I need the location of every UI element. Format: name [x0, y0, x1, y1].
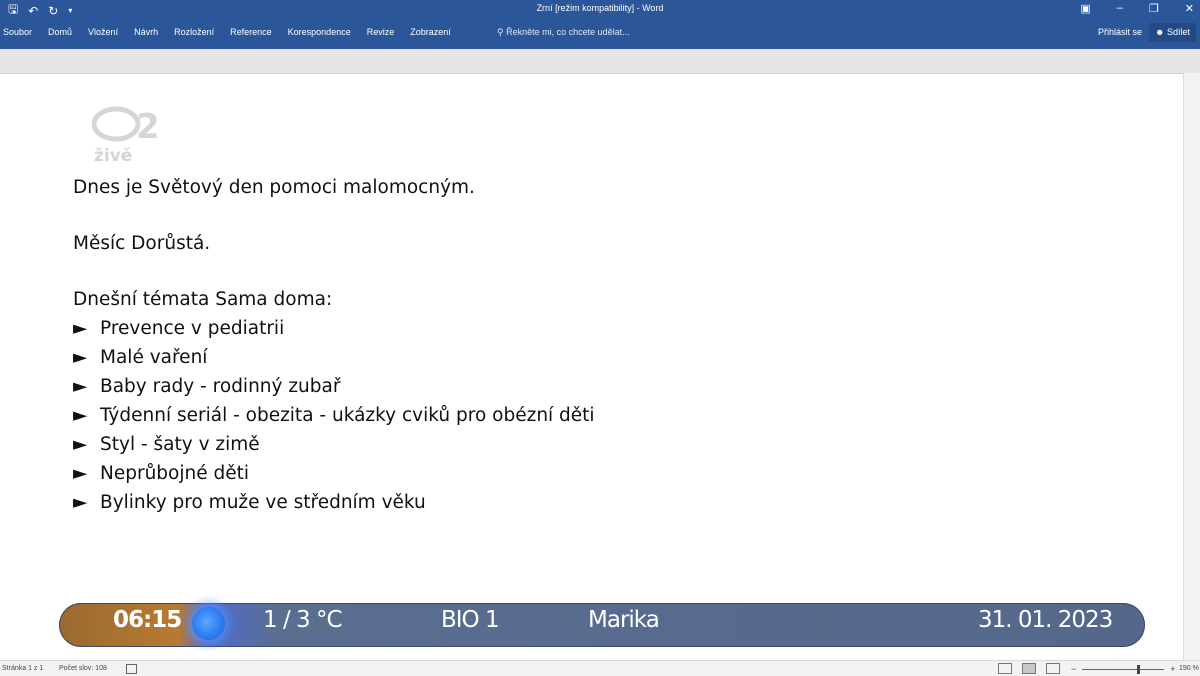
tab-reference[interactable]: Reference: [222, 27, 280, 37]
tab-vlozeni[interactable]: Vložení: [80, 27, 126, 37]
bullet-arrow-icon: ►: [73, 463, 88, 484]
tab-soubor[interactable]: Soubor: [3, 27, 40, 37]
read-mode-icon[interactable]: [998, 663, 1012, 674]
share-button[interactable]: ☻ Sdílet: [1148, 23, 1196, 42]
list-item-text: Neprůbojné děti: [100, 463, 250, 484]
list-item: ► Týdenní seriál - obezita - ukázky cviků…: [73, 401, 595, 430]
bullet-arrow-icon: ►: [73, 405, 88, 426]
tv-date: 31. 01. 2023: [978, 607, 1113, 633]
page-count[interactable]: Stránka 1 z 1: [2, 665, 43, 672]
list-item-text: Bylinky pro muže ve středním věku: [100, 492, 426, 513]
list-item: ► Prevence v pediatrii: [73, 314, 595, 343]
document-canvas: 2 živě Dnes je Světový den pomoci malomo…: [0, 49, 1200, 661]
watermark-live-label: živě: [94, 146, 133, 166]
zoom-track[interactable]: [1082, 664, 1165, 674]
list-item-text: Malé vaření: [100, 347, 208, 368]
list-item: ► Baby rady - rodinný zubař: [73, 372, 595, 401]
document-title: Zrní [režim kompatibility] - Word: [536, 3, 664, 13]
bullet-arrow-icon: ►: [73, 318, 88, 339]
word-count[interactable]: Počet slov: 108: [59, 665, 107, 672]
vertical-scrollbar[interactable]: [1183, 73, 1200, 660]
list-item: ► Bylinky pro muže ve středním věku: [73, 488, 595, 517]
tv-temperature: 1 / 3 °C: [263, 607, 343, 633]
person-icon: ☻: [1154, 27, 1165, 37]
tv-clock: 06:15: [113, 607, 182, 633]
list-item-text: Prevence v pediatrii: [100, 318, 285, 339]
tab-domu[interactable]: Domů: [40, 27, 80, 37]
tab-zobrazeni[interactable]: Zobrazení: [402, 27, 459, 37]
zoom-level[interactable]: 190 %: [1179, 665, 1199, 672]
web-layout-icon[interactable]: [1046, 663, 1060, 674]
close-icon[interactable]: ✕: [1185, 2, 1194, 15]
restore-icon[interactable]: ❐: [1149, 2, 1159, 15]
list-item-text: Týdenní seriál - obezita - ukázky cviků …: [100, 405, 595, 426]
title-bar: 🖫 ↶ ↻ ▾ Zrní [režim kompatibility] - Wor…: [0, 0, 1200, 21]
zoom-thumb[interactable]: [1137, 664, 1141, 674]
list-item-text: Styl - šaty v zimě: [100, 434, 260, 455]
bullet-arrow-icon: ►: [73, 376, 88, 397]
ribbon-tabs: Soubor Domů Vložení Návrh Rozložení Refe…: [0, 21, 1200, 45]
paragraph: Dnes je Světový den pomoci malomocným.: [73, 177, 475, 198]
document-page[interactable]: 2 živě Dnes je Světový den pomoci malomo…: [0, 73, 1184, 661]
lightbulb-icon: ⚲: [497, 27, 504, 37]
ribbon-display-options-icon[interactable]: ▣: [1080, 2, 1090, 15]
ct2-logo-icon: 2: [92, 106, 160, 144]
document-body: Dnes je Světový den pomoci malomocným. M…: [73, 173, 595, 517]
proofing-icon[interactable]: [126, 664, 137, 674]
list-item: ► Styl - šaty v zimě: [73, 430, 595, 459]
list-item: ► Neprůbojné děti: [73, 459, 595, 488]
zoom-slider[interactable]: − +: [1071, 664, 1176, 674]
zoom-out-icon[interactable]: −: [1071, 664, 1076, 674]
bullet-arrow-icon: ►: [73, 492, 88, 513]
print-layout-icon[interactable]: [1022, 663, 1036, 674]
bullet-arrow-icon: ►: [73, 347, 88, 368]
paragraph: Dnešní témata Sama doma:: [73, 289, 333, 310]
share-label: Sdílet: [1166, 27, 1190, 37]
minimize-icon[interactable]: –: [1117, 2, 1123, 15]
tab-navrh[interactable]: Návrh: [126, 27, 166, 37]
tab-korespondence[interactable]: Korespondence: [280, 27, 359, 37]
sign-in-link[interactable]: Přihlásit se: [1098, 27, 1142, 37]
svg-text:2: 2: [136, 107, 160, 144]
window-controls: ▣ – ❐ ✕: [1080, 2, 1194, 15]
status-bar: Stránka 1 z 1 Počet slov: 108 − + 190 %: [0, 660, 1200, 676]
tell-me-label: Řekněte mi, co chcete udělat...: [506, 27, 630, 37]
paragraph: Měsíc Dorůstá.: [73, 233, 211, 254]
bullet-arrow-icon: ►: [73, 434, 88, 455]
tv-name-day: Marika: [588, 607, 660, 633]
tab-revize[interactable]: Revize: [359, 27, 403, 37]
tell-me-search[interactable]: ⚲ Řekněte mi, co chcete udělat...: [497, 27, 630, 38]
list-item-text: Baby rady - rodinný zubař: [100, 376, 341, 397]
view-buttons: [998, 663, 1060, 674]
tv-channel-label: BIO 1: [441, 607, 500, 633]
list-item: ► Malé vaření: [73, 343, 595, 372]
weather-sun-icon: [192, 607, 225, 640]
zoom-in-icon[interactable]: +: [1170, 664, 1175, 674]
tab-rozlozeni[interactable]: Rozložení: [166, 27, 222, 37]
